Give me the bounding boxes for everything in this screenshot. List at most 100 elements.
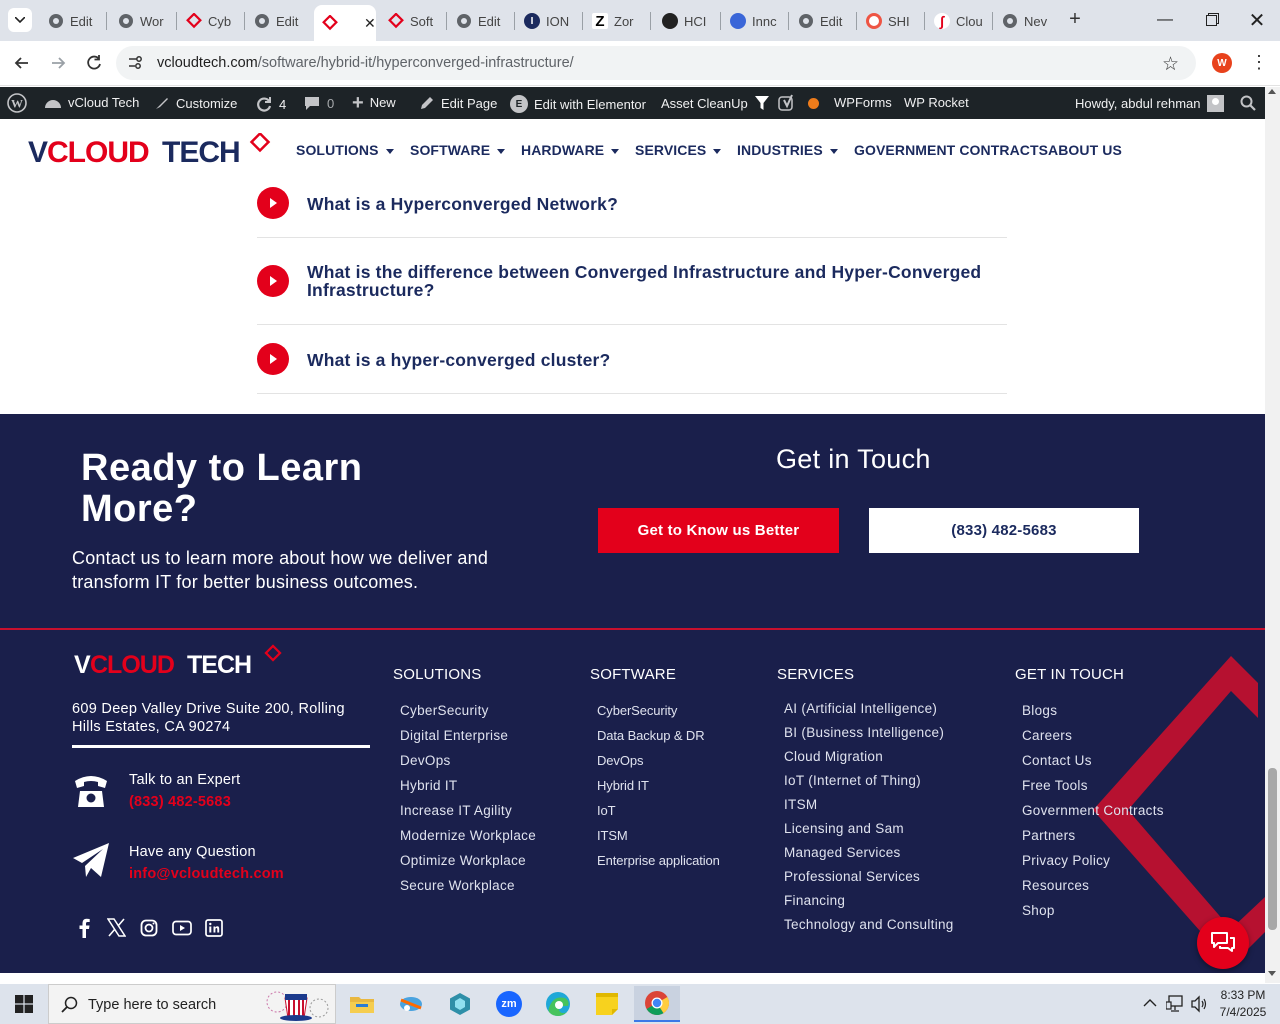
browser-tab[interactable]: Edit	[448, 7, 512, 35]
wp-elementor[interactable]: E Edit with Elementor	[510, 95, 646, 113]
youtube-icon[interactable]	[172, 920, 192, 936]
browser-tab[interactable]: Nev	[994, 7, 1058, 35]
nav-item-about-us[interactable]: ABOUT US	[1048, 142, 1122, 158]
wp-comments[interactable]: 0	[303, 95, 334, 111]
site-info-icon[interactable]	[126, 54, 144, 72]
restore-icon[interactable]	[1188, 0, 1234, 40]
sticky-notes-icon[interactable]	[587, 988, 627, 1020]
nav-item-government-contracts[interactable]: GOVERNMENT CONTRACTS	[854, 142, 1048, 158]
wp-howdy[interactable]: Howdy, abdul rehman	[1075, 95, 1224, 112]
footer-link[interactable]: Resources	[1022, 873, 1164, 898]
footer-link[interactable]: Technology and Consulting	[784, 913, 954, 937]
nav-item-hardware[interactable]: HARDWARE	[521, 142, 620, 158]
footer-link[interactable]: DevOps	[400, 748, 536, 773]
footer-link[interactable]: CyberSecurity	[400, 698, 536, 723]
browser-tab[interactable]: Soft	[380, 7, 444, 35]
footer-link[interactable]: Digital Enterprise	[400, 723, 536, 748]
network-icon[interactable]	[1165, 995, 1184, 1016]
site-logo[interactable]: V CLOUD TECH	[28, 131, 276, 169]
nav-item-services[interactable]: SERVICES	[635, 142, 722, 158]
browser-tab[interactable]: Edit	[790, 7, 854, 35]
reload-icon[interactable]	[84, 53, 104, 73]
wordpress-logo-icon[interactable]: W	[7, 93, 27, 113]
footer-link[interactable]: Hybrid IT	[597, 773, 720, 798]
email-link[interactable]: info@vcloudtech.com	[129, 866, 284, 882]
app-hexagon-icon[interactable]	[440, 988, 480, 1020]
footer-link[interactable]: Cloud Migration	[784, 745, 954, 769]
browser-menu-icon[interactable]: ⋮	[1250, 52, 1268, 72]
phone-button[interactable]: (833) 482-5683	[869, 508, 1139, 553]
browser-tab[interactable]: Innc	[722, 7, 786, 35]
footer-link[interactable]: IoT	[597, 798, 720, 823]
footer-link[interactable]: Contact Us	[1022, 748, 1164, 773]
footer-link[interactable]: ITSM	[597, 823, 720, 848]
footer-link[interactable]: Professional Services	[784, 865, 954, 889]
new-tab-button[interactable]: +	[1064, 8, 1086, 30]
volume-icon[interactable]	[1190, 995, 1208, 1016]
browser-tab[interactable]: Z Zor	[584, 7, 648, 35]
forward-icon[interactable]	[48, 53, 68, 73]
browser-tab[interactable]: I ION	[516, 7, 580, 35]
faq-item[interactable]: What is the difference between Converged…	[257, 238, 1007, 325]
tab-search-button[interactable]	[8, 8, 32, 32]
footer-link[interactable]: Financing	[784, 889, 954, 913]
wp-search-icon[interactable]	[1240, 95, 1256, 111]
windows-start-icon[interactable]	[4, 988, 44, 1020]
footer-link[interactable]: Partners	[1022, 823, 1164, 848]
browser-tab[interactable]: Cyb	[178, 7, 242, 35]
profile-avatar[interactable]: W	[1212, 53, 1232, 73]
footer-link[interactable]: Data Backup & DR	[597, 723, 720, 748]
wp-rocket[interactable]: WP Rocket	[904, 95, 969, 110]
zoom-icon[interactable]: zm	[489, 988, 529, 1020]
wp-updates[interactable]: 4	[255, 95, 286, 113]
browser-tab[interactable]: ✕	[314, 5, 376, 41]
yoast-icon[interactable]	[778, 94, 796, 112]
wp-wpforms[interactable]: WPForms	[834, 95, 892, 110]
footer-link[interactable]: Optimize Workplace	[400, 848, 536, 873]
footer-link[interactable]: Free Tools	[1022, 773, 1164, 798]
browser-tab[interactable]: Wor	[110, 7, 174, 35]
nav-item-software[interactable]: SOFTWARE	[410, 142, 506, 158]
footer-link[interactable]: BI (Business Intelligence)	[784, 721, 954, 745]
taskbar-search-box[interactable]: Type here to search	[48, 984, 336, 1024]
footer-link[interactable]: Hybrid IT	[400, 773, 536, 798]
facebook-icon[interactable]	[77, 918, 91, 938]
footer-link[interactable]: Blogs	[1022, 698, 1164, 723]
browser-tab[interactable]: Edit	[246, 7, 310, 35]
wp-customize[interactable]: Customize	[154, 95, 237, 111]
back-icon[interactable]	[12, 53, 32, 73]
chrome-taskbar-icon[interactable]	[634, 986, 680, 1022]
linkedin-icon[interactable]	[205, 919, 223, 937]
tab-close-icon[interactable]: ✕	[364, 15, 376, 32]
footer-link[interactable]: Managed Services	[784, 841, 954, 865]
scrollbar-thumb[interactable]	[1268, 768, 1277, 930]
file-explorer-icon[interactable]	[342, 988, 382, 1020]
footer-link[interactable]: DevOps	[597, 748, 720, 773]
faq-item[interactable]: What is a hyper-converged cluster?	[257, 325, 1007, 394]
footer-link[interactable]: ITSM	[784, 793, 954, 817]
footer-link[interactable]: Modernize Workplace	[400, 823, 536, 848]
nav-item-solutions[interactable]: SOLUTIONS	[296, 142, 394, 158]
footer-link[interactable]: Enterprise application	[597, 848, 720, 873]
snipping-app-icon[interactable]	[391, 988, 431, 1020]
browser-tab[interactable]: SHI	[858, 7, 922, 35]
bookmark-star-icon[interactable]: ☆	[1162, 53, 1179, 76]
footer-logo[interactable]: V CLOUD TECH	[74, 642, 286, 679]
footer-link[interactable]: IoT (Internet of Thing)	[784, 769, 954, 793]
footer-link[interactable]: Increase IT Agility	[400, 798, 536, 823]
tray-chevron-up-icon[interactable]	[1143, 996, 1157, 1011]
scroll-up-arrow-icon[interactable]	[1268, 89, 1276, 94]
wp-site-name[interactable]: vCloud Tech	[44, 95, 139, 110]
x-icon[interactable]	[107, 918, 126, 937]
close-window-icon[interactable]: ✕	[1234, 0, 1280, 40]
faq-item[interactable]: What is a Hyperconverged Network?	[257, 184, 1007, 238]
chat-bubble-button[interactable]	[1197, 917, 1249, 969]
footer-link[interactable]: Privacy Policy	[1022, 848, 1164, 873]
edge-icon[interactable]	[538, 988, 578, 1020]
footer-link[interactable]: AI (Artificial Intelligence)	[784, 697, 954, 721]
browser-tab[interactable]: Edit	[40, 7, 104, 35]
taskbar-clock[interactable]: 8:33 PM 7/4/2025	[1210, 987, 1276, 1021]
wp-asset-cleanup[interactable]: Asset CleanUp	[661, 95, 770, 111]
footer-link[interactable]: CyberSecurity	[597, 698, 720, 723]
footer-link[interactable]: Government Contracts	[1022, 798, 1164, 823]
